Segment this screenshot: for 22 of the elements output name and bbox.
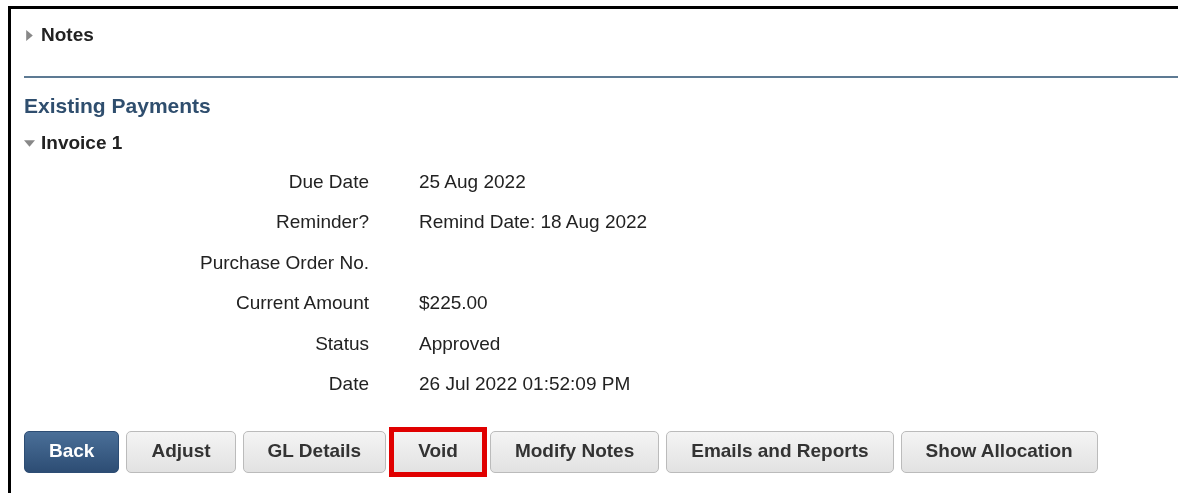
- action-button[interactable]: Modify Notes: [489, 430, 660, 473]
- invoice-toggle[interactable]: Invoice 1: [41, 129, 123, 158]
- section-heading: Existing Payments: [24, 92, 212, 119]
- field-label: Reminder?: [275, 210, 369, 234]
- action-button[interactable]: GL Details: [242, 430, 387, 473]
- field-value: 26 Jul 2022 01:52:09 PM: [419, 372, 631, 396]
- field-value: Remind Date: 18 Aug 2022: [419, 210, 648, 234]
- field-label: Status: [314, 331, 369, 356]
- action-button[interactable]: Back: [24, 430, 120, 473]
- action-button[interactable]: Adjust: [126, 430, 236, 473]
- action-button[interactable]: Emails and Reports: [666, 430, 894, 473]
- field-label: Date: [327, 372, 369, 396]
- field-label: Due Date: [287, 169, 369, 194]
- field-label: Current Amount: [234, 291, 369, 315]
- field-value: 25 Aug 2022: [419, 169, 526, 194]
- field-label: Purchase Order No.: [199, 250, 369, 275]
- section-toggle[interactable]: Notes: [41, 21, 94, 50]
- collapse-triangle-icon[interactable]: [24, 137, 35, 149]
- field-value: $225.00: [419, 291, 488, 315]
- expand-triangle-icon[interactable]: [24, 29, 35, 41]
- action-button[interactable]: Show Allocation: [900, 430, 1098, 473]
- field-value: Approved: [419, 331, 501, 356]
